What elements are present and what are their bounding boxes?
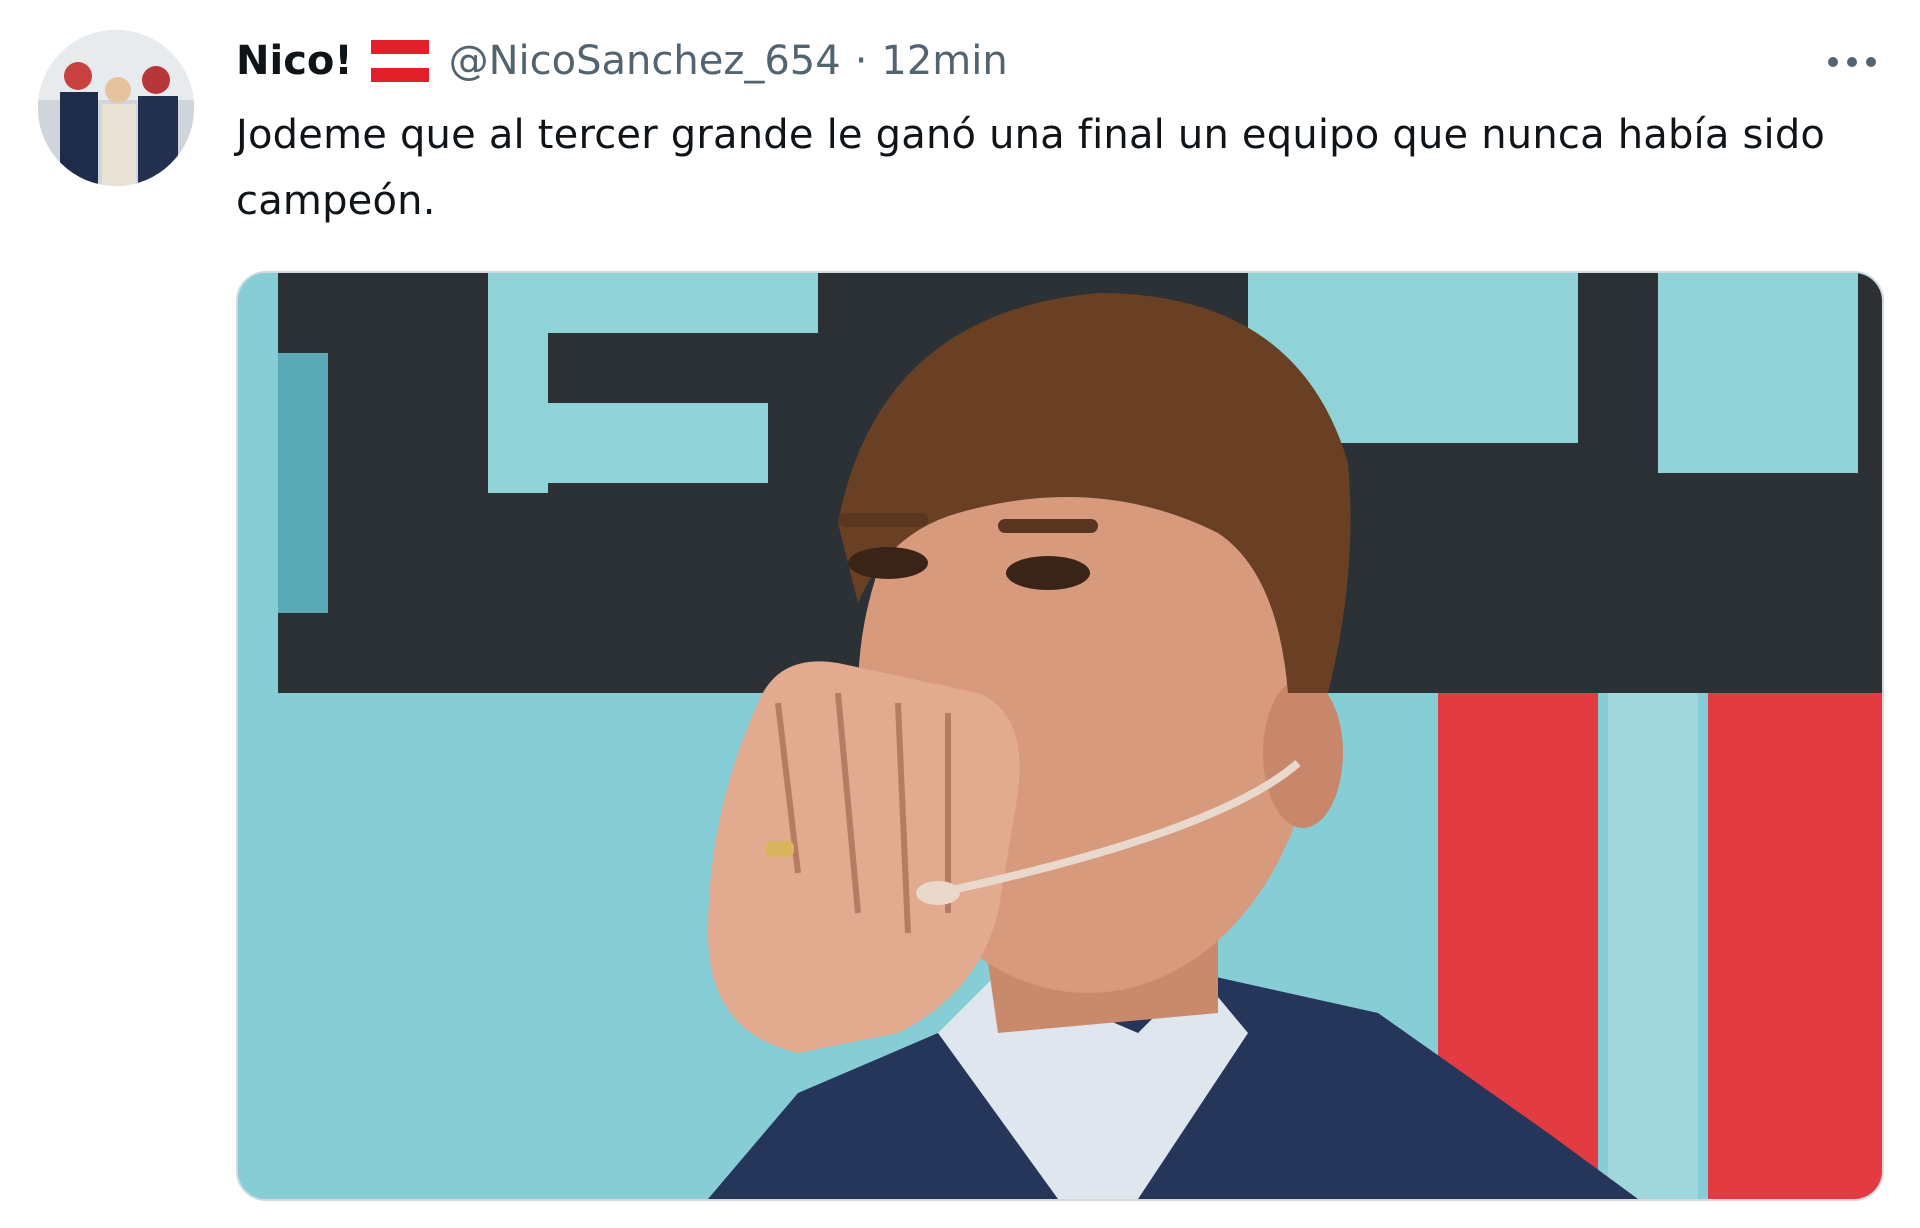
tweet-media-image[interactable] bbox=[236, 271, 1884, 1201]
separator-dot: · bbox=[854, 38, 868, 84]
timestamp[interactable]: 12min bbox=[881, 38, 1007, 84]
tweet-text: Jodeme que al tercer grande le ganó una … bbox=[236, 112, 1826, 224]
tweet: Nico! @NicoSanchez_654 · 12min Jodeme qu… bbox=[0, 0, 1920, 1228]
avatar-image bbox=[38, 30, 194, 186]
flag-icon bbox=[370, 40, 429, 82]
user-handle[interactable]: @NicoSanchez_654 bbox=[449, 38, 841, 84]
avatar[interactable] bbox=[38, 30, 194, 186]
tweet-header: Nico! @NicoSanchez_654 · 12min bbox=[236, 30, 1008, 92]
media-photo bbox=[238, 273, 1882, 1199]
more-horizontal-icon bbox=[1828, 57, 1876, 67]
more-options-button[interactable] bbox=[1820, 42, 1884, 82]
display-name[interactable]: Nico! bbox=[236, 38, 353, 84]
